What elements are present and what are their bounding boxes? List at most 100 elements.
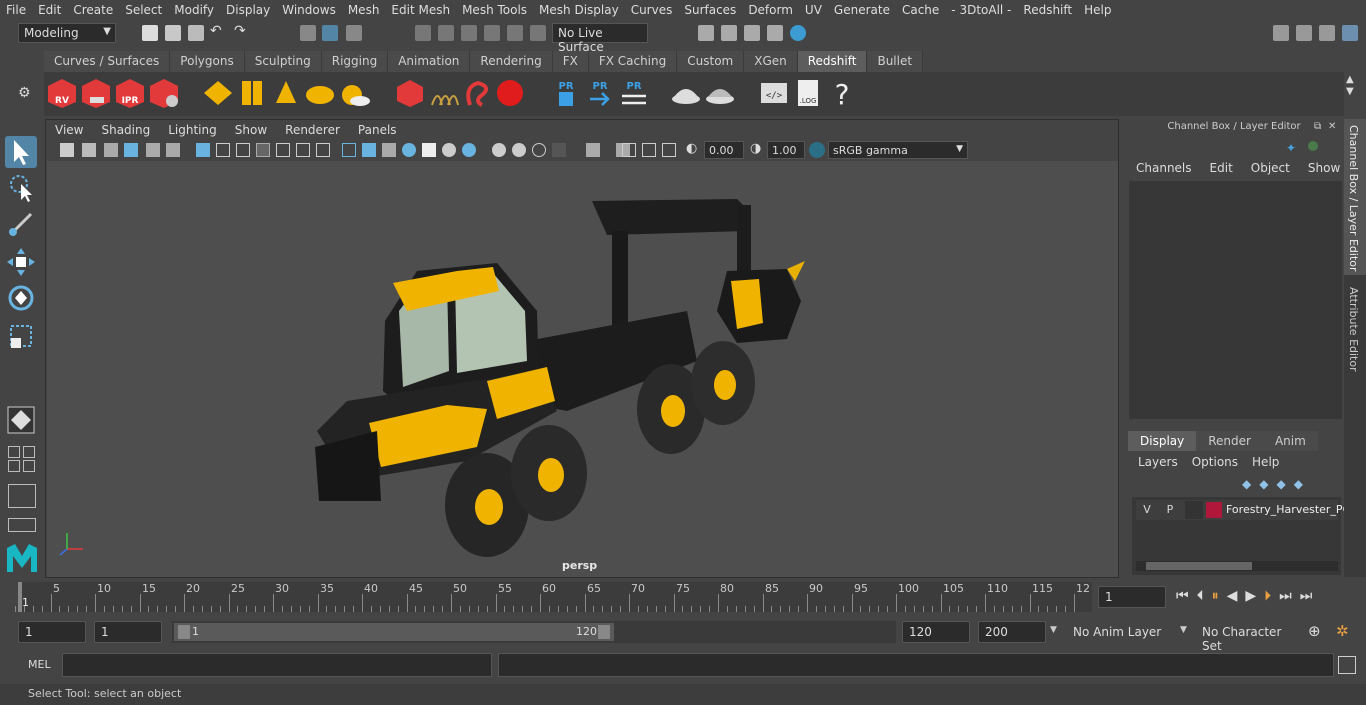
use-lights-icon[interactable] (442, 143, 456, 157)
menu-item-16[interactable]: Cache (896, 3, 945, 17)
layer-type[interactable] (1185, 501, 1203, 519)
shelf-tab-4[interactable]: Animation (388, 51, 471, 72)
colorspace-dropdown[interactable]: sRGB gamma ▼ (828, 141, 968, 159)
render-settings-icon[interactable] (698, 25, 714, 41)
menu-item-6[interactable]: Windows (276, 3, 342, 17)
bookmark-icon[interactable] (104, 143, 118, 157)
layer-color-swatch[interactable] (1206, 502, 1222, 518)
snap-curve-icon[interactable] (438, 25, 454, 41)
menu-item-11[interactable]: Curves (625, 3, 679, 17)
snap-grid-icon[interactable] (415, 25, 431, 41)
select-object-icon[interactable] (322, 25, 338, 41)
layout-persp-graph-icon[interactable] (8, 484, 36, 508)
safe-action-icon[interactable] (296, 143, 310, 157)
grease-pencil-icon[interactable] (166, 143, 180, 157)
chevron-down-icon[interactable]: ▼ (1180, 625, 1187, 635)
layout-four-icon[interactable] (23, 446, 35, 458)
layer-scrollbar[interactable] (1136, 561, 1338, 571)
lasso-tool-icon[interactable] (5, 172, 37, 204)
help-icon[interactable]: ? (826, 77, 858, 109)
pin-icon[interactable]: ✦ (1286, 141, 1296, 155)
hair-icon[interactable] (428, 77, 460, 109)
script-icon[interactable]: </> (758, 77, 790, 109)
pr-export-icon[interactable]: PR (584, 77, 616, 109)
close-panel-icon[interactable]: ✕ (1328, 121, 1336, 132)
menu-item-4[interactable]: Modify (168, 3, 220, 17)
script-editor-icon[interactable] (1338, 656, 1356, 674)
smooth-shade-icon[interactable] (362, 143, 376, 157)
chevron-down-icon[interactable]: ▼ (1050, 625, 1057, 635)
shelf-gear-icon[interactable]: ⚙ (18, 85, 31, 101)
range-slider-handle[interactable] (174, 623, 614, 641)
xray-icon[interactable] (422, 143, 436, 157)
render-view-icon[interactable] (767, 25, 783, 41)
select-component-icon[interactable] (346, 25, 362, 41)
menu-item-8[interactable]: Edit Mesh (385, 3, 456, 17)
shelf-tab-0[interactable]: Curves / Surfaces (44, 51, 171, 72)
wireframe-icon[interactable] (342, 143, 356, 157)
wireframe-on-shaded-icon[interactable] (382, 143, 396, 157)
shelf-tab-7[interactable]: FX Caching (588, 51, 678, 72)
play-forward-icon[interactable]: ▶ (1245, 588, 1256, 604)
range-start-field[interactable]: 1 (94, 621, 162, 643)
viewport-menu-5[interactable]: Panels (349, 123, 406, 137)
render-sequence-icon[interactable] (80, 77, 112, 109)
layout-icon[interactable] (1342, 25, 1358, 41)
proxy-icon[interactable] (394, 77, 426, 109)
frame-fit-icon[interactable] (662, 143, 676, 157)
new-layer-selected-icon[interactable]: ◆ (1294, 477, 1303, 491)
redo-icon[interactable]: ↷ (234, 23, 246, 39)
select-hierarchy-icon[interactable] (300, 25, 316, 41)
viewport-menu-3[interactable]: Show (226, 123, 276, 137)
render-frame-icon[interactable] (721, 25, 737, 41)
move-layer-down-icon[interactable]: ◆ (1259, 477, 1268, 491)
field-chart-icon[interactable] (276, 143, 290, 157)
menu-item-18[interactable]: Redshift (1017, 3, 1078, 17)
channel-box-side-tab[interactable]: Channel Box / Layer Editor (1344, 119, 1366, 275)
shelf-tab-2[interactable]: Sculpting (244, 51, 322, 72)
menu-item-17[interactable]: - 3DtoAll - (945, 3, 1017, 17)
viewport-menu-2[interactable]: Lighting (159, 123, 226, 137)
menu-item-15[interactable]: Generate (828, 3, 896, 17)
3d-viewport[interactable]: persp (47, 161, 1118, 577)
2d-pan-icon[interactable] (146, 143, 160, 157)
soft-select-icon[interactable] (5, 404, 37, 436)
shelf-tab-6[interactable]: FX (552, 51, 589, 72)
bake-icon[interactable] (670, 77, 702, 109)
channel-box-menu-2[interactable]: Object (1251, 161, 1290, 175)
menu-item-14[interactable]: UV (799, 3, 828, 17)
motion-blur-icon[interactable] (512, 143, 526, 157)
snap-surface-icon[interactable] (507, 25, 523, 41)
hypershade-icon[interactable] (790, 25, 806, 41)
color-management-icon[interactable] (809, 142, 825, 158)
viewport-menu-1[interactable]: Shading (92, 123, 159, 137)
film-gate-icon[interactable] (216, 143, 230, 157)
shelf-tab-10[interactable]: Redshift (797, 51, 868, 72)
save-scene-icon[interactable] (188, 25, 204, 41)
log-icon[interactable]: .LOG (792, 77, 824, 109)
redshift-settings-icon[interactable] (148, 77, 180, 109)
camera-attrs-icon[interactable] (82, 143, 96, 157)
channel-box-menu-0[interactable]: Channels (1136, 161, 1192, 175)
menu-item-19[interactable]: Help (1078, 3, 1117, 17)
channel-box-menu-3[interactable]: Show (1308, 161, 1340, 175)
shelf-tab-9[interactable]: XGen (744, 51, 798, 72)
mel-input[interactable] (62, 653, 492, 677)
range-handle-right[interactable] (598, 625, 610, 639)
paint-select-icon[interactable] (5, 208, 37, 240)
step-back-frame-icon[interactable]: ⏸ (1212, 588, 1219, 604)
snap-center-icon[interactable] (530, 25, 546, 41)
step-forward-frame-icon[interactable]: ⏭ (1279, 588, 1292, 604)
pr-swap-icon[interactable]: PR (618, 77, 650, 109)
start-time-field[interactable]: 1 (18, 621, 86, 643)
dome-light-icon[interactable] (304, 77, 336, 109)
rotate-tool-icon[interactable] (5, 282, 37, 314)
move-layer-up-icon[interactable]: ◆ (1242, 477, 1251, 491)
end-time-field[interactable]: 200 (978, 621, 1046, 643)
range-end-field[interactable]: 120 (902, 621, 970, 643)
menu-item-10[interactable]: Mesh Display (533, 3, 625, 17)
layout-outliner-icon[interactable] (23, 460, 35, 472)
ipr-render-icon[interactable] (744, 25, 760, 41)
anim-layer-dropdown[interactable]: No Anim Layer (1066, 621, 1176, 643)
step-back-key-icon[interactable]: ⏴ (1197, 588, 1204, 604)
